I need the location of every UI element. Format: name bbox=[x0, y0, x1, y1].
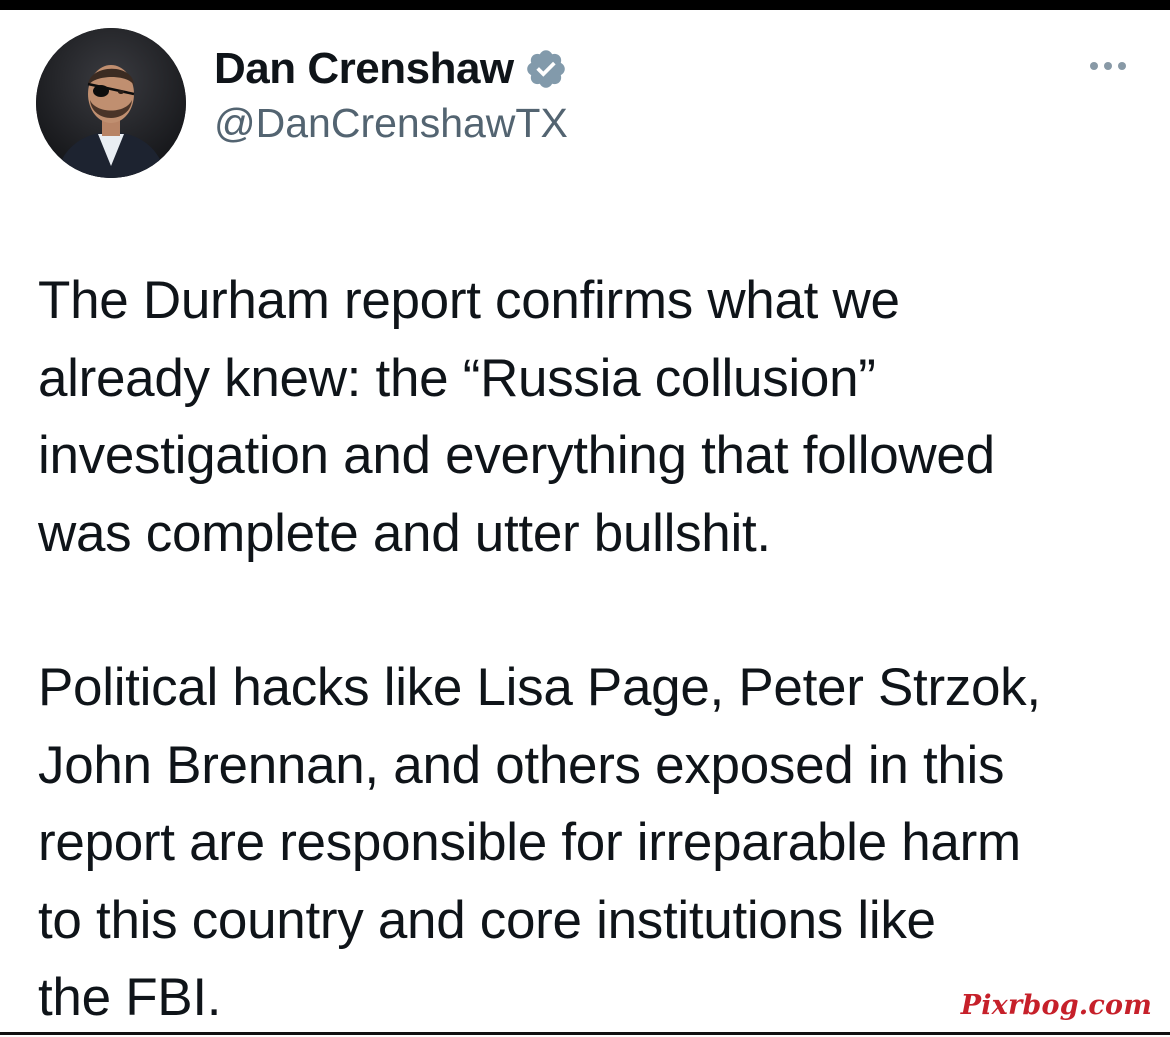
watermark: Pixrbog.com bbox=[960, 990, 1152, 1021]
profile-photo bbox=[36, 28, 186, 178]
more-horizontal-icon[interactable] bbox=[1086, 56, 1130, 76]
tweet-header: Dan Crenshaw @DanCrenshawTX bbox=[36, 28, 1136, 178]
tweet-text: The Durham report confirms what we alrea… bbox=[38, 262, 1138, 1037]
display-name[interactable]: Dan Crenshaw bbox=[214, 44, 514, 94]
top-border bbox=[0, 0, 1170, 10]
tweet-paragraph: The Durham report confirms what we alrea… bbox=[38, 271, 995, 563]
verified-badge-icon bbox=[524, 47, 568, 91]
name-row: Dan Crenshaw bbox=[214, 42, 568, 96]
avatar[interactable] bbox=[36, 28, 186, 178]
tweet-paragraph: Political hacks like Lisa Page, Peter St… bbox=[38, 658, 1041, 1027]
handle[interactable]: @DanCrenshawTX bbox=[214, 100, 568, 147]
author-block: Dan Crenshaw @DanCrenshawTX bbox=[214, 42, 568, 147]
